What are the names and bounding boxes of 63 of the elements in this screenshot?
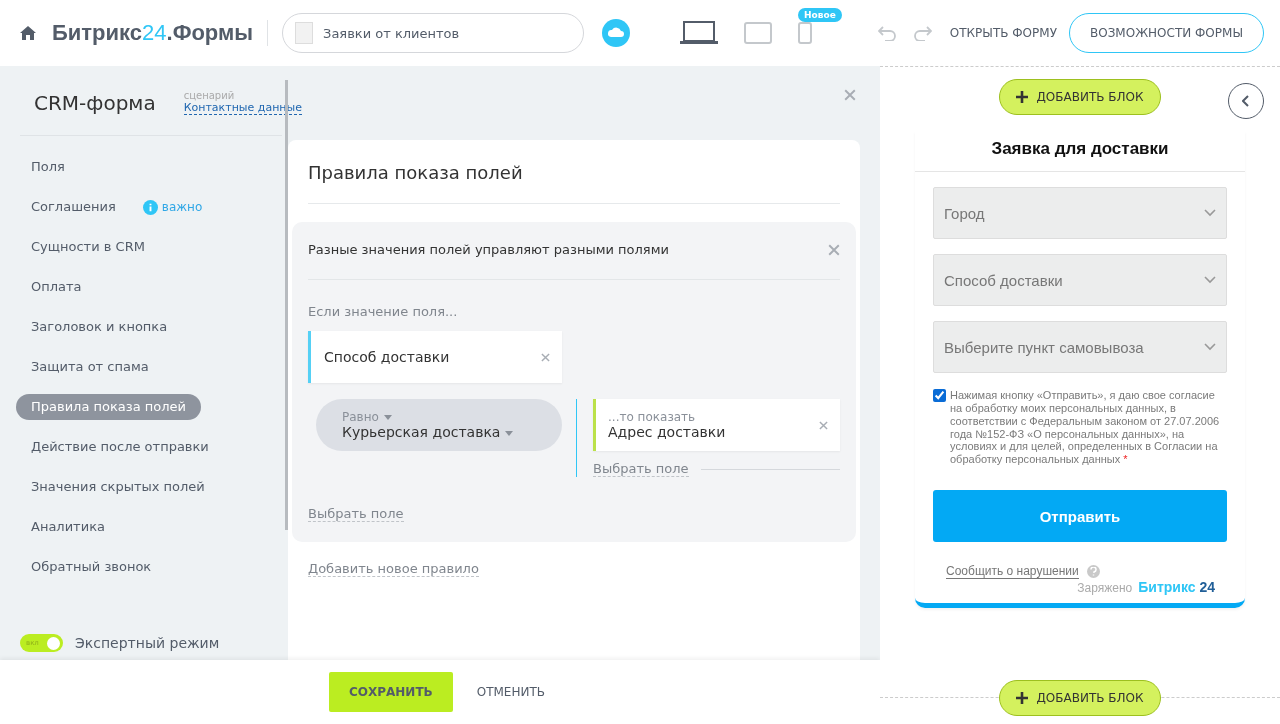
chevron-down-icon [1204, 209, 1216, 217]
consent-checkbox[interactable] [933, 389, 946, 402]
rule-title: Разные значения полей управляют разными полями [308, 242, 669, 257]
sidebar-item[interactable]: Поля [16, 154, 80, 180]
choose-field-link[interactable]: Выбрать поле [593, 461, 689, 477]
chevron-left-icon [1242, 95, 1250, 107]
save-button[interactable]: СОХРАНИТЬ [328, 672, 453, 712]
sidebar-title: CRM-форма [34, 90, 156, 115]
expert-mode-label: Экспертный режим [75, 635, 220, 651]
sidebar-item[interactable]: Значения скрытых полей [16, 474, 220, 500]
target-field[interactable]: ...то показать Адрес доставки [593, 399, 840, 451]
form-title: Заявка для доставки [915, 131, 1245, 172]
chevron-down-icon [1204, 343, 1216, 351]
phone-icon[interactable] [798, 22, 813, 44]
back-button[interactable] [1228, 83, 1264, 119]
laptop-icon[interactable] [680, 21, 719, 45]
panel-title: Правила показа полей [308, 140, 840, 204]
add-block-button[interactable]: ДОБАВИТЬ БЛОК [999, 79, 1161, 115]
caret-icon [505, 430, 514, 436]
sidebar-item[interactable]: Аналитика [16, 514, 120, 540]
tablet-icon[interactable] [744, 22, 773, 44]
undo-icon[interactable] [877, 25, 896, 41]
select-field[interactable]: Выберите пункт самовывоза [933, 321, 1227, 373]
cloud-icon[interactable] [602, 19, 631, 47]
important-note: важно [161, 200, 203, 214]
sidebar-item[interactable]: Действие после отправки [16, 434, 224, 460]
form-features-button[interactable]: ВОЗМОЖНОСТИ ФОРМЫ [1068, 13, 1264, 53]
close-icon[interactable] [828, 243, 840, 256]
document-icon [295, 22, 314, 44]
new-badge: Новое [798, 8, 842, 22]
powered-by-text: Заряжено [1077, 581, 1133, 596]
help-icon[interactable] [1086, 565, 1100, 579]
remove-icon[interactable] [541, 352, 550, 362]
sidebar-item[interactable]: Соглашения [16, 194, 131, 220]
report-link[interactable]: Сообщить о нарушении [946, 564, 1079, 580]
chevron-down-icon [1204, 276, 1216, 284]
condition-value-selector[interactable]: Равно Курьерская доставка [316, 399, 562, 451]
cancel-button[interactable]: ОТМЕНИТЬ [470, 684, 551, 700]
scenario-label: сценарий [183, 90, 236, 101]
condition-field[interactable]: Способ доставки [308, 331, 562, 383]
home-icon[interactable] [20, 26, 36, 40]
remove-icon[interactable] [819, 420, 828, 430]
select-field[interactable]: Способ доставки [933, 254, 1227, 306]
caret-icon [383, 415, 392, 420]
condition-label: Если значение поля... [308, 304, 459, 319]
add-rule-link[interactable]: Добавить новое правило [308, 561, 479, 577]
plus-icon [1016, 692, 1029, 704]
sidebar-item[interactable]: Защита от спама [16, 354, 164, 380]
redo-icon[interactable] [913, 25, 932, 41]
consent-text: Нажимая кнопку «Отправить», я даю свое согласие на обработку моих персональных данных, в соответствии с Федеральным законом от 27.07.2006 года №152-ФЗ «О персональных данных», на условиях и для целей, определенных в Согласии на обработку персональных данных * [950, 389, 1221, 467]
sidebar-item[interactable]: Обратный звонок [16, 554, 167, 580]
brand-logo: Битрикс 24 [1138, 579, 1215, 596]
choose-field-link[interactable]: Выбрать поле [308, 506, 404, 522]
open-form-link[interactable]: ОТКРЫТЬ ФОРМУ [943, 25, 1063, 41]
sidebar-item[interactable]: Оплата [16, 274, 97, 300]
plus-icon [1016, 91, 1029, 103]
logo: Битрикс24.Формы [52, 20, 269, 46]
sidebar-item[interactable]: Заголовок и кнопка [16, 314, 183, 340]
select-field[interactable]: Город [933, 187, 1227, 239]
close-icon[interactable] [844, 89, 856, 101]
info-icon [142, 199, 158, 215]
add-block-button[interactable]: ДОБАВИТЬ БЛОК [999, 680, 1161, 716]
sidebar-item[interactable]: Сущности в CRM [16, 234, 160, 260]
